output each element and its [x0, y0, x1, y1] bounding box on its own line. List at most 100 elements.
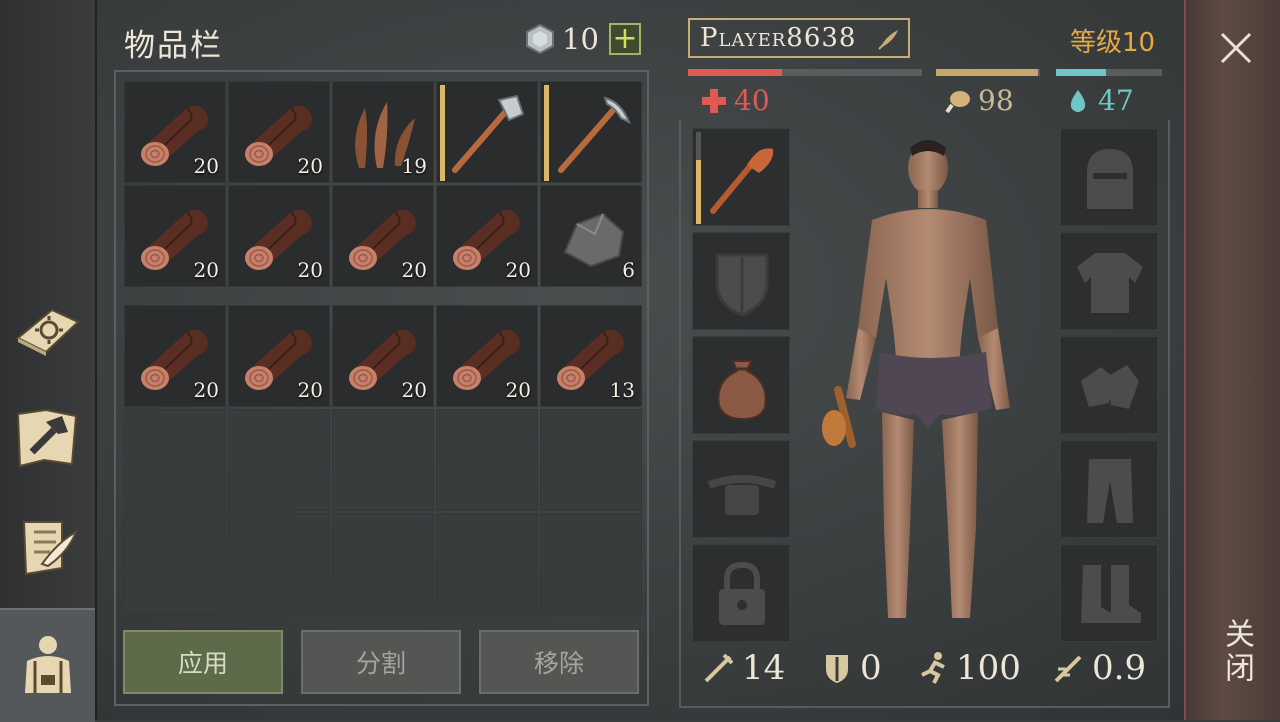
boots-icon [1081, 565, 1141, 623]
remove-button[interactable]: 移除 [479, 630, 639, 694]
bag-icon [717, 360, 767, 421]
gem-icon [526, 23, 554, 55]
side-rail [0, 0, 97, 722]
item-quantity: 20 [297, 378, 323, 402]
attack-value: 14 [742, 648, 786, 688]
item-quantity: 19 [401, 154, 427, 178]
inventory-slot[interactable] [436, 409, 538, 511]
inventory-slot[interactable] [228, 513, 330, 615]
water-bar [1056, 69, 1162, 76]
club-icon [710, 148, 774, 214]
rename-quill-icon[interactable] [876, 26, 902, 52]
quests-tab[interactable] [8, 508, 86, 586]
food-bar [936, 69, 1040, 76]
stone-pickaxe-icon [558, 96, 631, 173]
close-rail[interactable] [1184, 0, 1280, 720]
inventory-slot[interactable] [436, 81, 538, 183]
armor-stat: 0 [820, 648, 882, 688]
item-quantity: 20 [401, 258, 427, 282]
shield-icon [715, 253, 769, 317]
inventory-slot[interactable] [540, 409, 642, 511]
inventory-title: 物品栏 [124, 28, 223, 64]
close-icon[interactable] [1216, 28, 1256, 68]
bag-slot[interactable] [692, 336, 790, 434]
level-label: 等级10 [1070, 28, 1156, 58]
item-quantity: 20 [401, 378, 427, 402]
boots-slot[interactable] [1060, 544, 1158, 642]
water-value: 47 [1098, 84, 1134, 117]
inventory-slot[interactable] [332, 409, 434, 511]
crafting-tab[interactable] [8, 398, 86, 476]
inventory-slot[interactable]: 20 [228, 81, 330, 183]
inventory-slot[interactable]: 20 [332, 305, 434, 407]
pants-icon [1087, 459, 1133, 523]
item-quantity: 20 [297, 154, 323, 178]
speed-value: 100 [956, 648, 1021, 688]
attack-speed-stat: 0.9 [1052, 648, 1146, 688]
item-quantity: 20 [193, 258, 219, 282]
shirt-slot[interactable] [1060, 232, 1158, 330]
shield-slot[interactable] [692, 232, 790, 330]
armor-value: 0 [860, 648, 882, 688]
apply-button[interactable]: 应用 [123, 630, 283, 694]
damage-icon [704, 653, 734, 683]
inventory-slot[interactable]: 20 [124, 81, 226, 183]
close-label[interactable]: 关闭 [1214, 618, 1258, 686]
split-button[interactable]: 分割 [301, 630, 461, 694]
stone-axe-icon [452, 94, 525, 173]
gloves-slot[interactable] [1060, 336, 1158, 434]
held-club [822, 386, 856, 448]
item-quantity: 20 [505, 258, 531, 282]
water-drop-icon [1070, 89, 1086, 112]
character-model [822, 140, 1010, 618]
inventory-slot[interactable]: 20 [436, 185, 538, 287]
inventory-slot[interactable]: 20 [124, 185, 226, 287]
inventory-grid-main: 20 20 19 20 20 20 20 6 [124, 81, 642, 287]
inventory-slot[interactable]: 20 [436, 305, 538, 407]
currency-display: 10 + [524, 22, 641, 56]
health-stat: 40 [700, 84, 770, 117]
item-quantity: 13 [609, 378, 635, 402]
inventory-slot[interactable]: 20 [332, 185, 434, 287]
inventory-slot[interactable]: 20 [124, 305, 226, 407]
inventory-slot[interactable]: 20 [228, 185, 330, 287]
inventory-slot[interactable]: 13 [540, 305, 642, 407]
health-cross-icon [702, 88, 726, 113]
inventory-grid-backpack: 20 20 20 20 13 [124, 305, 642, 615]
attack-speed-icon [1054, 655, 1082, 683]
shirt-icon [1077, 253, 1143, 313]
food-stat: 98 [944, 84, 1014, 117]
add-currency-button[interactable]: + [608, 23, 641, 55]
inventory-slot[interactable] [436, 513, 538, 615]
inventory-slot[interactable] [124, 409, 226, 511]
player-name-box[interactable]: Player8638 [688, 18, 910, 58]
inventory-slot[interactable]: 20 [228, 305, 330, 407]
meat-icon [945, 90, 970, 113]
inventory-tab[interactable] [0, 608, 95, 722]
pants-slot[interactable] [1060, 440, 1158, 538]
item-quantity: 20 [297, 258, 323, 282]
inventory-slot[interactable] [540, 81, 642, 183]
inventory-slot[interactable]: 6 [540, 185, 642, 287]
food-value: 98 [978, 84, 1014, 117]
attack-stat: 14 [702, 648, 785, 688]
locked-slot [692, 544, 790, 642]
inventory-slot[interactable]: 19 [332, 81, 434, 183]
gloves-icon [1081, 365, 1139, 409]
character-backpack-icon [24, 636, 71, 693]
item-quantity: 20 [505, 378, 531, 402]
inventory-slot[interactable] [228, 409, 330, 511]
inventory-slot[interactable] [540, 513, 642, 615]
item-quantity: 20 [193, 378, 219, 402]
weapon-slot[interactable] [692, 128, 790, 226]
inventory-slot[interactable] [124, 513, 226, 615]
scroll-quill-icon [22, 521, 78, 576]
journal-tab[interactable] [8, 288, 86, 366]
inventory-slot[interactable] [332, 513, 434, 615]
belt-slot[interactable] [692, 440, 790, 538]
hammer-map-icon [16, 408, 78, 468]
health-value: 40 [734, 84, 770, 117]
padlock-icon [719, 561, 765, 625]
helmet-slot[interactable] [1060, 128, 1158, 226]
running-man-icon [921, 652, 945, 684]
